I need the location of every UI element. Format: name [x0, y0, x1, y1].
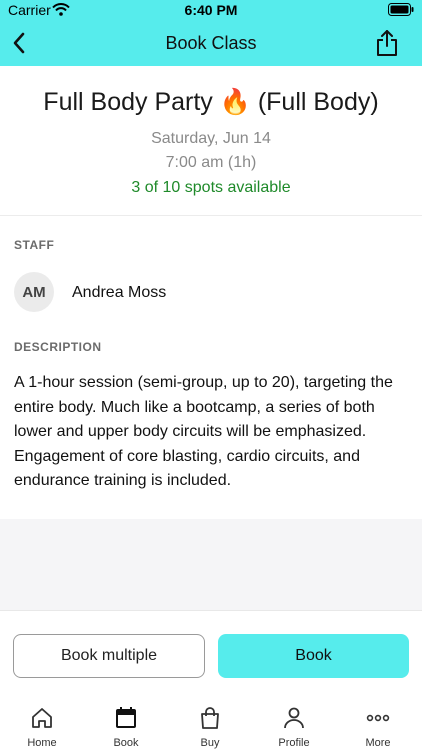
staff-name[interactable]: Andrea Moss	[72, 284, 166, 302]
tab-label: Home	[27, 737, 57, 749]
more-dots-icon	[366, 714, 390, 722]
tab-home[interactable]: Home	[0, 700, 84, 750]
page-title: Book Class	[165, 33, 257, 53]
header-background: Carrier 6:40 PM Book Class	[0, 0, 422, 66]
tab-more[interactable]: More	[336, 700, 420, 750]
spots-available: 3 of 10 spots available	[131, 179, 291, 196]
tab-buy[interactable]: Buy	[168, 700, 252, 750]
tab-label: Book	[113, 737, 139, 749]
share-icon	[377, 30, 397, 56]
tab-bar: Home Book Buy Profile More	[0, 700, 422, 750]
tab-label: Buy	[200, 737, 220, 749]
book-button[interactable]: Book	[218, 634, 409, 678]
share-button[interactable]	[374, 29, 400, 57]
book-multiple-button[interactable]: Book multiple	[13, 634, 205, 678]
navigation-bar: Book Class	[0, 20, 422, 66]
content-background	[0, 519, 422, 610]
home-icon	[32, 708, 52, 728]
tab-book[interactable]: Book	[84, 700, 168, 750]
status-bar: Carrier 6:40 PM	[0, 0, 422, 20]
description-section-label: DESCRIPTION	[14, 340, 102, 354]
avatar: AM	[14, 272, 54, 312]
shopping-bag-icon	[201, 707, 219, 729]
tab-label: Profile	[278, 737, 310, 749]
class-date: Saturday, Jun 14	[151, 130, 271, 147]
class-time: 7:00 am (1h)	[165, 154, 257, 171]
calendar-icon	[116, 707, 136, 728]
person-icon	[284, 707, 304, 729]
class-description: A 1-hour session (semi-group, up to 20),…	[14, 374, 393, 489]
battery-icon	[388, 3, 414, 19]
class-title: Full Body Party 🔥 (Full Body)	[43, 88, 379, 116]
status-time: 6:40 PM	[184, 2, 238, 18]
class-summary: Full Body Party 🔥 (Full Body) Saturday, …	[0, 66, 422, 216]
tab-profile[interactable]: Profile	[252, 700, 336, 750]
tab-label: More	[365, 737, 391, 749]
staff-section-label: STAFF	[14, 238, 55, 252]
booking-actions: Book multiple Book	[0, 610, 422, 700]
